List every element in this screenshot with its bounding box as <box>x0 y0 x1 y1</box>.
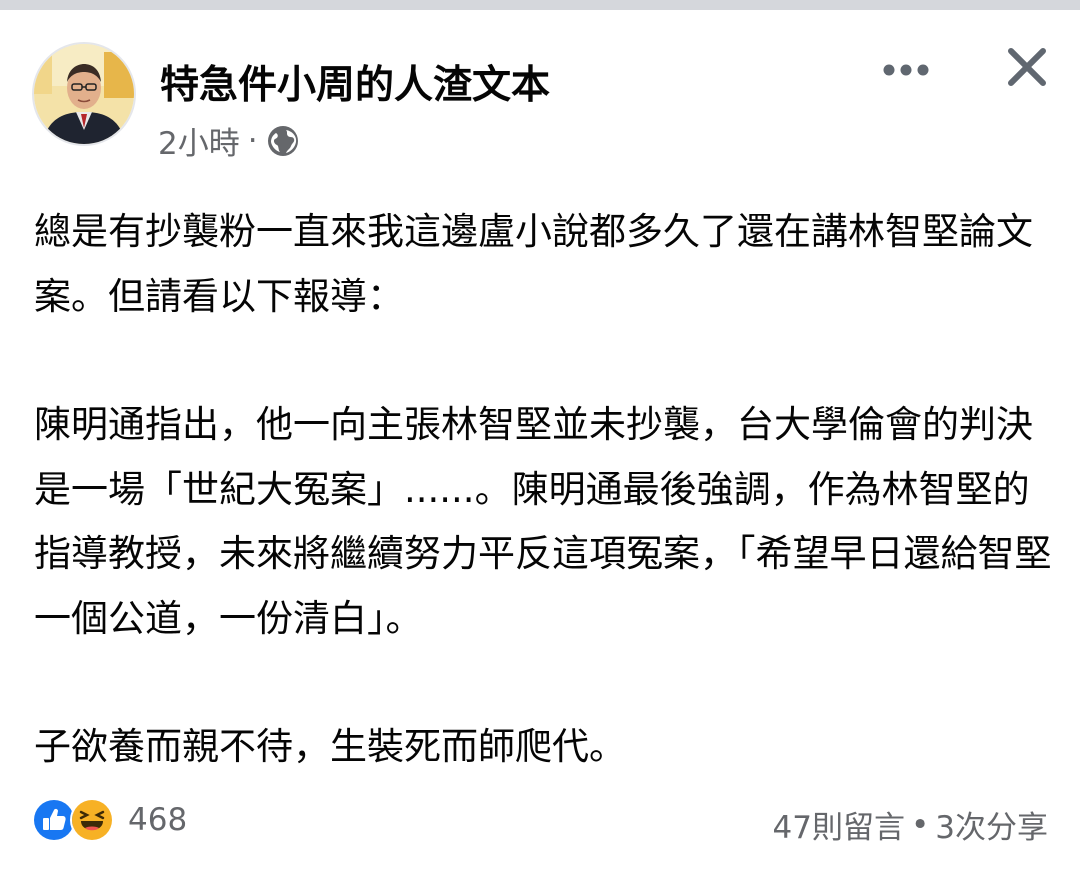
reaction-count: 468 <box>128 802 188 838</box>
post-body: 總是有抄襲粉一直來我這邊盧小說都多久了還在講林智堅論文案。但請看以下報導： 陳明… <box>34 200 1054 780</box>
page-name[interactable]: 特急件小周的人渣文本 <box>160 54 550 110</box>
post-meta: 2小時 · <box>158 118 300 163</box>
more-dots-icon <box>883 64 929 76</box>
close-icon <box>1008 48 1046 86</box>
more-options-button[interactable] <box>878 50 934 90</box>
post-stats: 47則留言 • 3次分享 <box>773 802 1048 847</box>
avatar[interactable] <box>32 42 136 146</box>
post-paragraph-3: 子欲養而親不待，生裝死而師爬代。 <box>34 725 626 768</box>
post-paragraph-1: 總是有抄襲粉一直來我這邊盧小說都多久了還在講林智堅論文案。但請看以下報導： <box>34 210 1033 318</box>
stats-separator: • <box>910 806 930 843</box>
post-paragraph-2: 陳明通指出，他一向主張林智堅並未抄襲，台大學倫會的判決是一場「世紀大冤案」...… <box>34 403 1052 640</box>
avatar-image <box>34 44 134 144</box>
post-header: 特急件小周的人渣文本 2小時 · <box>0 10 1080 170</box>
globe-icon <box>266 124 300 158</box>
post-time[interactable]: 2小時 <box>158 118 240 163</box>
close-button[interactable] <box>1000 40 1054 94</box>
reactions-summary[interactable]: 468 <box>32 798 187 842</box>
top-edge-bar <box>0 0 1080 10</box>
meta-separator: · <box>247 122 258 159</box>
shares-count[interactable]: 3次分享 <box>935 802 1048 847</box>
haha-icon <box>70 798 114 842</box>
comments-count[interactable]: 47則留言 <box>773 802 905 847</box>
post-footer: 468 47則留言 • 3次分享 <box>0 792 1080 852</box>
